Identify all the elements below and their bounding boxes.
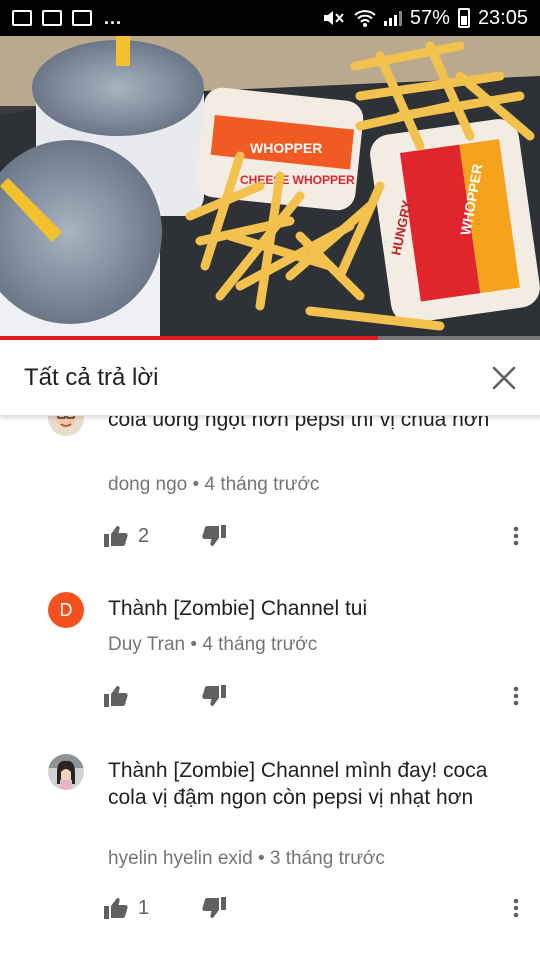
meta-separator: • [190,634,203,655]
meta-separator: • [257,848,270,869]
reply-text: cola uống ngọt hơn pepsi thì vị chua hơn [108,416,490,431]
svg-text:WHOPPER: WHOPPER [250,140,322,156]
replies-panel-title: Tất cả trả lời [24,363,159,391]
video-frame: WHOPPER WHOPPER CHEESE WHOPPER HUNGRY [0,36,540,340]
like-button[interactable]: 1 [104,890,149,926]
reply-actions: 1 [104,890,534,926]
reply-time: 4 tháng trước [204,474,320,495]
video-player[interactable]: WHOPPER WHOPPER CHEESE WHOPPER HUNGRY [0,36,540,340]
replies-panel-header: Tất cả trả lời [0,340,540,416]
drink-cup-front [0,140,162,340]
battery-icon [457,8,470,28]
like-button[interactable]: 2 [104,518,149,554]
avatar[interactable] [48,754,84,790]
dislike-button[interactable] [202,518,226,554]
close-replies-button[interactable] [474,348,534,408]
clipboard-notification-icon [72,10,92,26]
battery-percent: 57% [409,6,450,29]
status-bar: ... 57% 23:05 [0,0,540,36]
thumbs-down-icon [202,525,226,546]
reply-author[interactable]: hyelin hyelin exid [108,848,253,869]
image-notification-icon [12,10,32,26]
wifi-icon [354,10,376,27]
thumbs-up-icon [104,898,128,919]
reply-meta: Duy Tran • 4 tháng trước [108,634,317,656]
thumbs-down-icon [202,685,226,706]
reply-author[interactable]: dong ngo [108,474,187,495]
meta-separator: • [192,474,205,495]
system-icons: 57% 23:05 [322,7,540,30]
reply-meta: hyelin hyelin exid • 3 tháng trước [108,848,385,870]
close-icon [492,366,516,389]
like-count: 2 [138,524,150,547]
reply-time: 4 tháng trước [202,634,318,655]
avatar[interactable] [48,416,84,436]
user-avatar-image [48,754,84,790]
more-vert-icon [513,526,519,546]
clock: 23:05 [477,6,528,29]
like-count: 1 [138,896,150,919]
app-notification-icon [42,10,62,26]
more-notifications-indicator: ... [104,7,123,28]
notification-icons: ... [0,8,122,29]
more-options-button[interactable] [498,890,534,926]
reply-author[interactable]: Duy Tran [108,634,185,655]
dislike-button[interactable] [202,890,226,926]
reply-meta: dong ngo • 4 tháng trước [108,474,319,496]
signal-icon [383,10,402,26]
thumbs-up-icon [104,526,128,547]
more-vert-icon [513,686,519,706]
reply-text: Thành [Zombie] Channel mình đay! coca co… [108,759,488,809]
mute-icon [323,11,344,25]
reply-actions: 2 [104,518,534,554]
reply-time: 3 tháng trước [269,848,385,869]
more-vert-icon [513,898,519,918]
dislike-button[interactable] [202,678,226,714]
reply-actions [104,678,534,714]
reply-text: Thành [Zombie] Channel tui [108,597,368,620]
avatar[interactable]: D [48,592,84,628]
replies-list[interactable]: cola uống ngọt hơn pepsi thì vị chua hơn… [0,416,540,960]
more-options-button[interactable] [498,678,534,714]
like-button[interactable] [104,678,138,714]
thumbs-down-icon [202,897,226,918]
more-options-button[interactable] [498,518,534,554]
thumbs-up-icon [104,686,128,707]
user-avatar-image [48,416,84,436]
